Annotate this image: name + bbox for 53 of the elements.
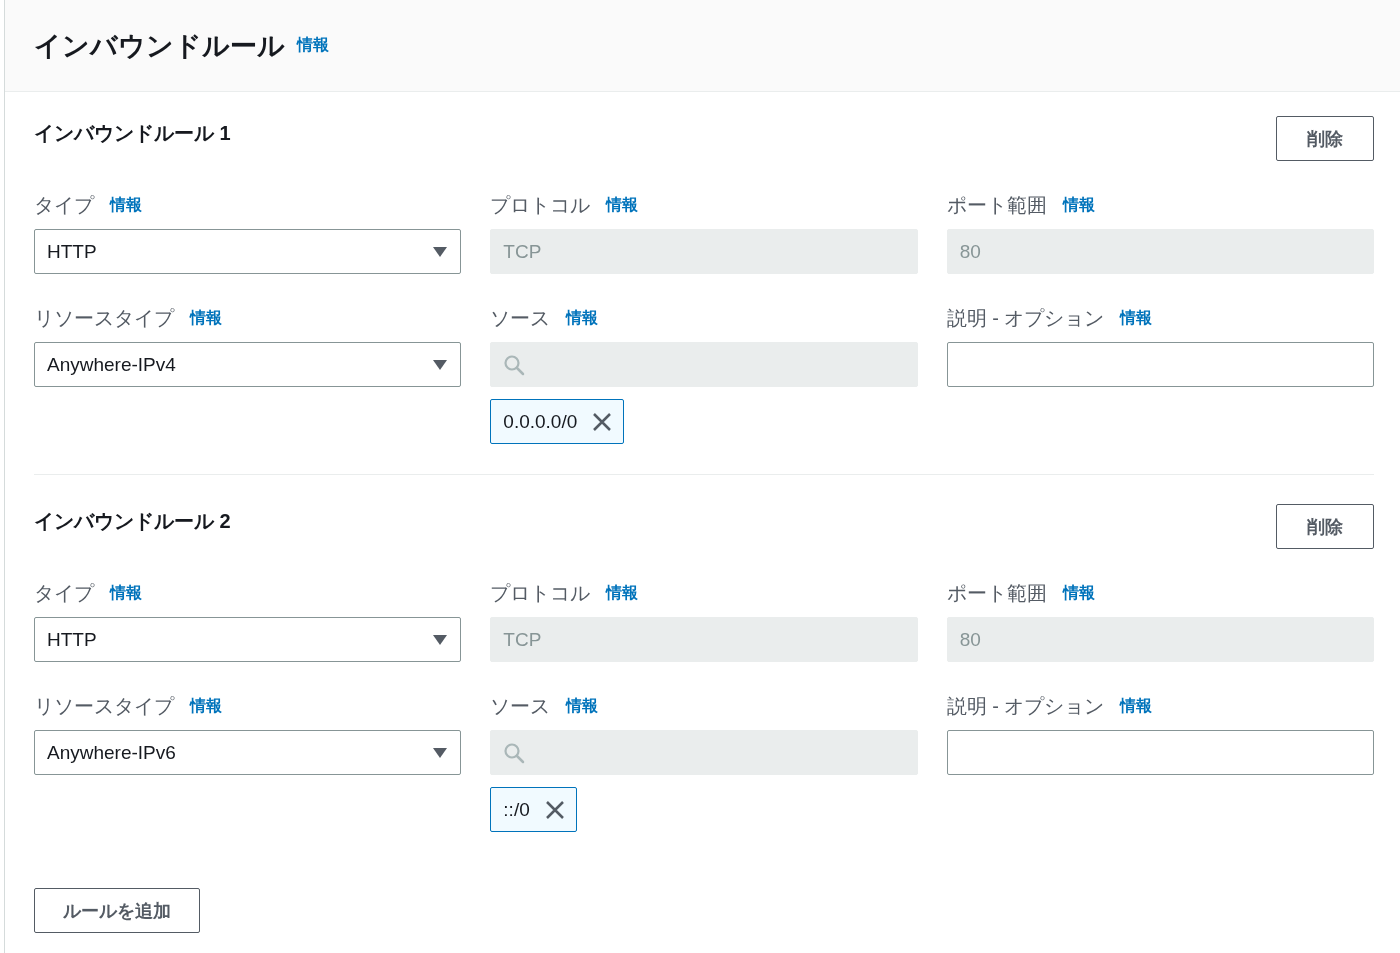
- delete-button[interactable]: 削除: [1276, 504, 1374, 549]
- info-link[interactable]: 情報: [110, 582, 142, 604]
- field-label: 説明 - オプション: [946, 693, 1105, 719]
- caret-icon: [432, 245, 449, 258]
- field-label: ポート範囲: [946, 192, 1047, 218]
- info-link[interactable]: 情報: [606, 194, 639, 216]
- filter-token: 0.0.0.0/0: [490, 399, 625, 444]
- field-label: リソースタイプ: [34, 693, 174, 719]
- select-field[interactable]: HTTP: [34, 229, 462, 274]
- field-label: リソースタイプ: [34, 305, 174, 331]
- select-field[interactable]: Anywhere-IPv4: [34, 342, 462, 387]
- info-link[interactable]: 情報: [566, 695, 599, 717]
- filter-token: ::/0: [490, 787, 577, 832]
- info-link[interactable]: 情報: [1120, 307, 1153, 329]
- input-field[interactable]: TCP: [490, 229, 918, 274]
- input-field[interactable]: [946, 730, 1374, 775]
- caret-icon: [432, 633, 449, 646]
- field-label: プロトコル: [490, 192, 591, 218]
- info-link[interactable]: 情報: [606, 582, 639, 604]
- info-link[interactable]: 情報: [566, 307, 599, 329]
- input-field[interactable]: TCP: [490, 617, 918, 662]
- section-title: インバウンドルール: [34, 29, 285, 63]
- field-label: タイプ: [34, 192, 94, 218]
- add-rule-button[interactable]: ルールを追加: [34, 888, 200, 933]
- info-link[interactable]: 情報: [190, 695, 222, 717]
- info-link[interactable]: 情報: [110, 194, 142, 216]
- info-link[interactable]: 情報: [1120, 695, 1153, 717]
- field-label: ソース: [490, 305, 551, 331]
- search-field[interactable]: [490, 730, 918, 775]
- select-field[interactable]: HTTP: [34, 617, 462, 662]
- info-link[interactable]: 情報: [1062, 194, 1095, 216]
- field-label: タイプ: [34, 580, 94, 606]
- info-link[interactable]: 情報: [190, 307, 222, 329]
- search-field[interactable]: [490, 342, 918, 387]
- info-link[interactable]: 情報: [1062, 582, 1095, 604]
- close-icon[interactable]: [543, 798, 566, 821]
- input-field[interactable]: 80: [946, 229, 1374, 274]
- caret-icon: [432, 746, 449, 759]
- select-field[interactable]: Anywhere-IPv6: [34, 730, 462, 775]
- field-label: プロトコル: [490, 580, 591, 606]
- field-label: ソース: [490, 693, 551, 719]
- search-icon: [503, 741, 526, 764]
- search-icon: [503, 353, 526, 376]
- caret-icon: [432, 358, 449, 371]
- close-icon[interactable]: [591, 410, 614, 433]
- input-field[interactable]: [946, 342, 1374, 387]
- input-field[interactable]: 80: [946, 617, 1374, 662]
- field-label: ポート範囲: [946, 580, 1047, 606]
- delete-button[interactable]: 削除: [1276, 116, 1374, 161]
- info-link[interactable]: 情報: [297, 35, 329, 56]
- rule-title: インバウンドルール 1: [34, 121, 231, 146]
- rule-title: インバウンドルール 2: [34, 509, 231, 534]
- field-label: 説明 - オプション: [946, 305, 1105, 331]
